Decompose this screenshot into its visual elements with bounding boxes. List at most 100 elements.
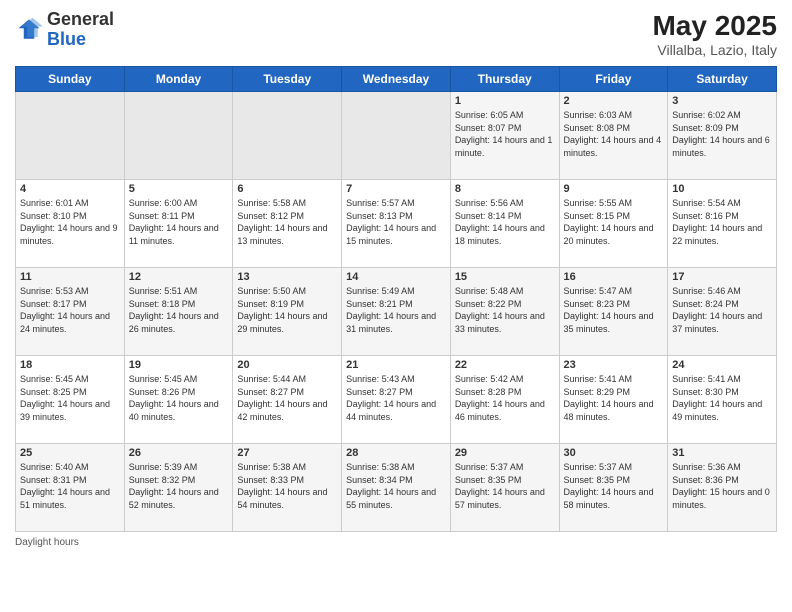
- day-number: 5: [129, 183, 229, 195]
- calendar-cell: 24 Sunrise: 5:41 AM Sunset: 8:30 PM Dayli…: [668, 356, 777, 444]
- day-number: 29: [455, 447, 555, 459]
- calendar-cell: [124, 92, 233, 180]
- day-number: 10: [672, 183, 772, 195]
- calendar-cell: 31 Sunrise: 5:36 AM Sunset: 8:36 PM Dayli…: [668, 444, 777, 532]
- cell-info: Sunrise: 5:55 AM Sunset: 8:15 PM Dayligh…: [564, 197, 664, 247]
- calendar-cell: 2 Sunrise: 6:03 AM Sunset: 8:08 PM Daylig…: [559, 92, 668, 180]
- calendar-cell: 3 Sunrise: 6:02 AM Sunset: 8:09 PM Daylig…: [668, 92, 777, 180]
- calendar-body: 1 Sunrise: 6:05 AM Sunset: 8:07 PM Daylig…: [16, 92, 777, 532]
- cell-info: Sunrise: 5:47 AM Sunset: 8:23 PM Dayligh…: [564, 285, 664, 335]
- cell-info: Sunrise: 6:02 AM Sunset: 8:09 PM Dayligh…: [672, 109, 772, 159]
- cell-info: Sunrise: 5:39 AM Sunset: 8:32 PM Dayligh…: [129, 461, 229, 511]
- cell-info: Sunrise: 5:44 AM Sunset: 8:27 PM Dayligh…: [237, 373, 337, 423]
- calendar-cell: 26Sunrise: 5:39 AM Sunset: 8:32 PM Dayli…: [124, 444, 233, 532]
- page: General Blue May 2025 Villalba, Lazio, I…: [0, 0, 792, 612]
- day-number: 20: [237, 359, 337, 371]
- day-number: 2: [564, 95, 664, 107]
- day-number: 30: [564, 447, 664, 459]
- cell-info: Sunrise: 5:41 AM Sunset: 8:30 PM Dayligh…: [672, 373, 772, 423]
- calendar-table: SundayMondayTuesdayWednesdayThursdayFrid…: [15, 66, 777, 532]
- logo: General Blue: [15, 10, 114, 50]
- day-number: 12: [129, 271, 229, 283]
- calendar-cell: 23 Sunrise: 5:41 AM Sunset: 8:29 PM Dayli…: [559, 356, 668, 444]
- title-month: May 2025: [652, 10, 777, 42]
- calendar-cell: [233, 92, 342, 180]
- weekday-row: SundayMondayTuesdayWednesdayThursdayFrid…: [16, 67, 777, 92]
- day-number: 18: [20, 359, 120, 371]
- calendar-week-row: 4Sunrise: 6:01 AM Sunset: 8:10 PM Daylig…: [16, 180, 777, 268]
- day-number: 24: [672, 359, 772, 371]
- weekday-header: Saturday: [668, 67, 777, 92]
- day-number: 3: [672, 95, 772, 107]
- day-number: 9: [564, 183, 664, 195]
- calendar-cell: 7 Sunrise: 5:57 AM Sunset: 8:13 PM Daylig…: [342, 180, 451, 268]
- day-number: 15: [455, 271, 555, 283]
- calendar-cell: 9 Sunrise: 5:55 AM Sunset: 8:15 PM Daylig…: [559, 180, 668, 268]
- day-number: 6: [237, 183, 337, 195]
- cell-info: Sunrise: 5:57 AM Sunset: 8:13 PM Dayligh…: [346, 197, 446, 247]
- cell-info: Sunrise: 5:50 AM Sunset: 8:19 PM Dayligh…: [237, 285, 337, 335]
- weekday-header: Thursday: [450, 67, 559, 92]
- day-number: 27: [237, 447, 337, 459]
- day-number: 31: [672, 447, 772, 459]
- calendar-cell: 18 Sunrise: 5:45 AM Sunset: 8:25 PM Dayli…: [16, 356, 125, 444]
- day-number: 7: [346, 183, 446, 195]
- day-number: 13: [237, 271, 337, 283]
- cell-info: Sunrise: 5:56 AM Sunset: 8:14 PM Dayligh…: [455, 197, 555, 247]
- day-number: 16: [564, 271, 664, 283]
- calendar-cell: 14Sunrise: 5:49 AM Sunset: 8:21 PM Dayli…: [342, 268, 451, 356]
- cell-info: Sunrise: 5:48 AM Sunset: 8:22 PM Dayligh…: [455, 285, 555, 335]
- calendar-cell: 17Sunrise: 5:46 AM Sunset: 8:24 PM Dayli…: [668, 268, 777, 356]
- calendar-cell: 27 Sunrise: 5:38 AM Sunset: 8:33 PM Dayli…: [233, 444, 342, 532]
- day-number: 23: [564, 359, 664, 371]
- cell-info: Sunrise: 5:36 AM Sunset: 8:36 PM Dayligh…: [672, 461, 772, 511]
- cell-info: Sunrise: 5:45 AM Sunset: 8:26 PM Dayligh…: [129, 373, 229, 423]
- calendar-cell: 5 Sunrise: 6:00 AM Sunset: 8:11 PM Daylig…: [124, 180, 233, 268]
- calendar-cell: 1 Sunrise: 6:05 AM Sunset: 8:07 PM Daylig…: [450, 92, 559, 180]
- cell-info: Sunrise: 5:37 AM Sunset: 8:35 PM Dayligh…: [564, 461, 664, 511]
- calendar-cell: 20 Sunrise: 5:44 AM Sunset: 8:27 PM Dayli…: [233, 356, 342, 444]
- day-number: 8: [455, 183, 555, 195]
- calendar-cell: 13 Sunrise: 5:50 AM Sunset: 8:19 PM Dayli…: [233, 268, 342, 356]
- cell-info: Sunrise: 5:54 AM Sunset: 8:16 PM Dayligh…: [672, 197, 772, 247]
- day-number: 21: [346, 359, 446, 371]
- logo-general-text: General: [47, 9, 114, 29]
- title-block: May 2025 Villalba, Lazio, Italy: [652, 10, 777, 58]
- calendar-cell: 12Sunrise: 5:51 AM Sunset: 8:18 PM Dayli…: [124, 268, 233, 356]
- weekday-header: Wednesday: [342, 67, 451, 92]
- cell-info: Sunrise: 5:38 AM Sunset: 8:33 PM Dayligh…: [237, 461, 337, 511]
- day-number: 11: [20, 271, 120, 283]
- cell-info: Sunrise: 5:41 AM Sunset: 8:29 PM Dayligh…: [564, 373, 664, 423]
- cell-info: Sunrise: 5:45 AM Sunset: 8:25 PM Dayligh…: [20, 373, 120, 423]
- calendar-cell: 10 Sunrise: 5:54 AM Sunset: 8:16 PM Dayli…: [668, 180, 777, 268]
- logo-blue-text: Blue: [47, 29, 86, 49]
- calendar-cell: 25Sunrise: 5:40 AM Sunset: 8:31 PM Dayli…: [16, 444, 125, 532]
- cell-info: Sunrise: 6:03 AM Sunset: 8:08 PM Dayligh…: [564, 109, 664, 159]
- calendar-week-row: 1 Sunrise: 6:05 AM Sunset: 8:07 PM Daylig…: [16, 92, 777, 180]
- cell-info: Sunrise: 5:43 AM Sunset: 8:27 PM Dayligh…: [346, 373, 446, 423]
- calendar-cell: 6Sunrise: 5:58 AM Sunset: 8:12 PM Daylig…: [233, 180, 342, 268]
- calendar-cell: 21 Sunrise: 5:43 AM Sunset: 8:27 PM Dayli…: [342, 356, 451, 444]
- weekday-header: Tuesday: [233, 67, 342, 92]
- calendar-cell: 15 Sunrise: 5:48 AM Sunset: 8:22 PM Dayli…: [450, 268, 559, 356]
- calendar-cell: 22Sunrise: 5:42 AM Sunset: 8:28 PM Dayli…: [450, 356, 559, 444]
- cell-info: Sunrise: 6:00 AM Sunset: 8:11 PM Dayligh…: [129, 197, 229, 247]
- calendar-week-row: 25Sunrise: 5:40 AM Sunset: 8:31 PM Dayli…: [16, 444, 777, 532]
- daylight-hours-label: Daylight hours: [15, 537, 79, 548]
- calendar-cell: [342, 92, 451, 180]
- cell-info: Sunrise: 5:53 AM Sunset: 8:17 PM Dayligh…: [20, 285, 120, 335]
- cell-info: Sunrise: 5:40 AM Sunset: 8:31 PM Dayligh…: [20, 461, 120, 511]
- header: General Blue May 2025 Villalba, Lazio, I…: [15, 10, 777, 58]
- calendar-week-row: 11 Sunrise: 5:53 AM Sunset: 8:17 PM Dayli…: [16, 268, 777, 356]
- cell-info: Sunrise: 6:01 AM Sunset: 8:10 PM Dayligh…: [20, 197, 120, 247]
- calendar-cell: 28Sunrise: 5:38 AM Sunset: 8:34 PM Dayli…: [342, 444, 451, 532]
- calendar-cell: 11 Sunrise: 5:53 AM Sunset: 8:17 PM Dayli…: [16, 268, 125, 356]
- day-number: 19: [129, 359, 229, 371]
- calendar-cell: 16 Sunrise: 5:47 AM Sunset: 8:23 PM Dayli…: [559, 268, 668, 356]
- calendar-cell: 8 Sunrise: 5:56 AM Sunset: 8:14 PM Daylig…: [450, 180, 559, 268]
- logo-icon: [15, 16, 43, 44]
- calendar-cell: 4Sunrise: 6:01 AM Sunset: 8:10 PM Daylig…: [16, 180, 125, 268]
- day-number: 14: [346, 271, 446, 283]
- cell-info: Sunrise: 6:05 AM Sunset: 8:07 PM Dayligh…: [455, 109, 555, 159]
- day-number: 1: [455, 95, 555, 107]
